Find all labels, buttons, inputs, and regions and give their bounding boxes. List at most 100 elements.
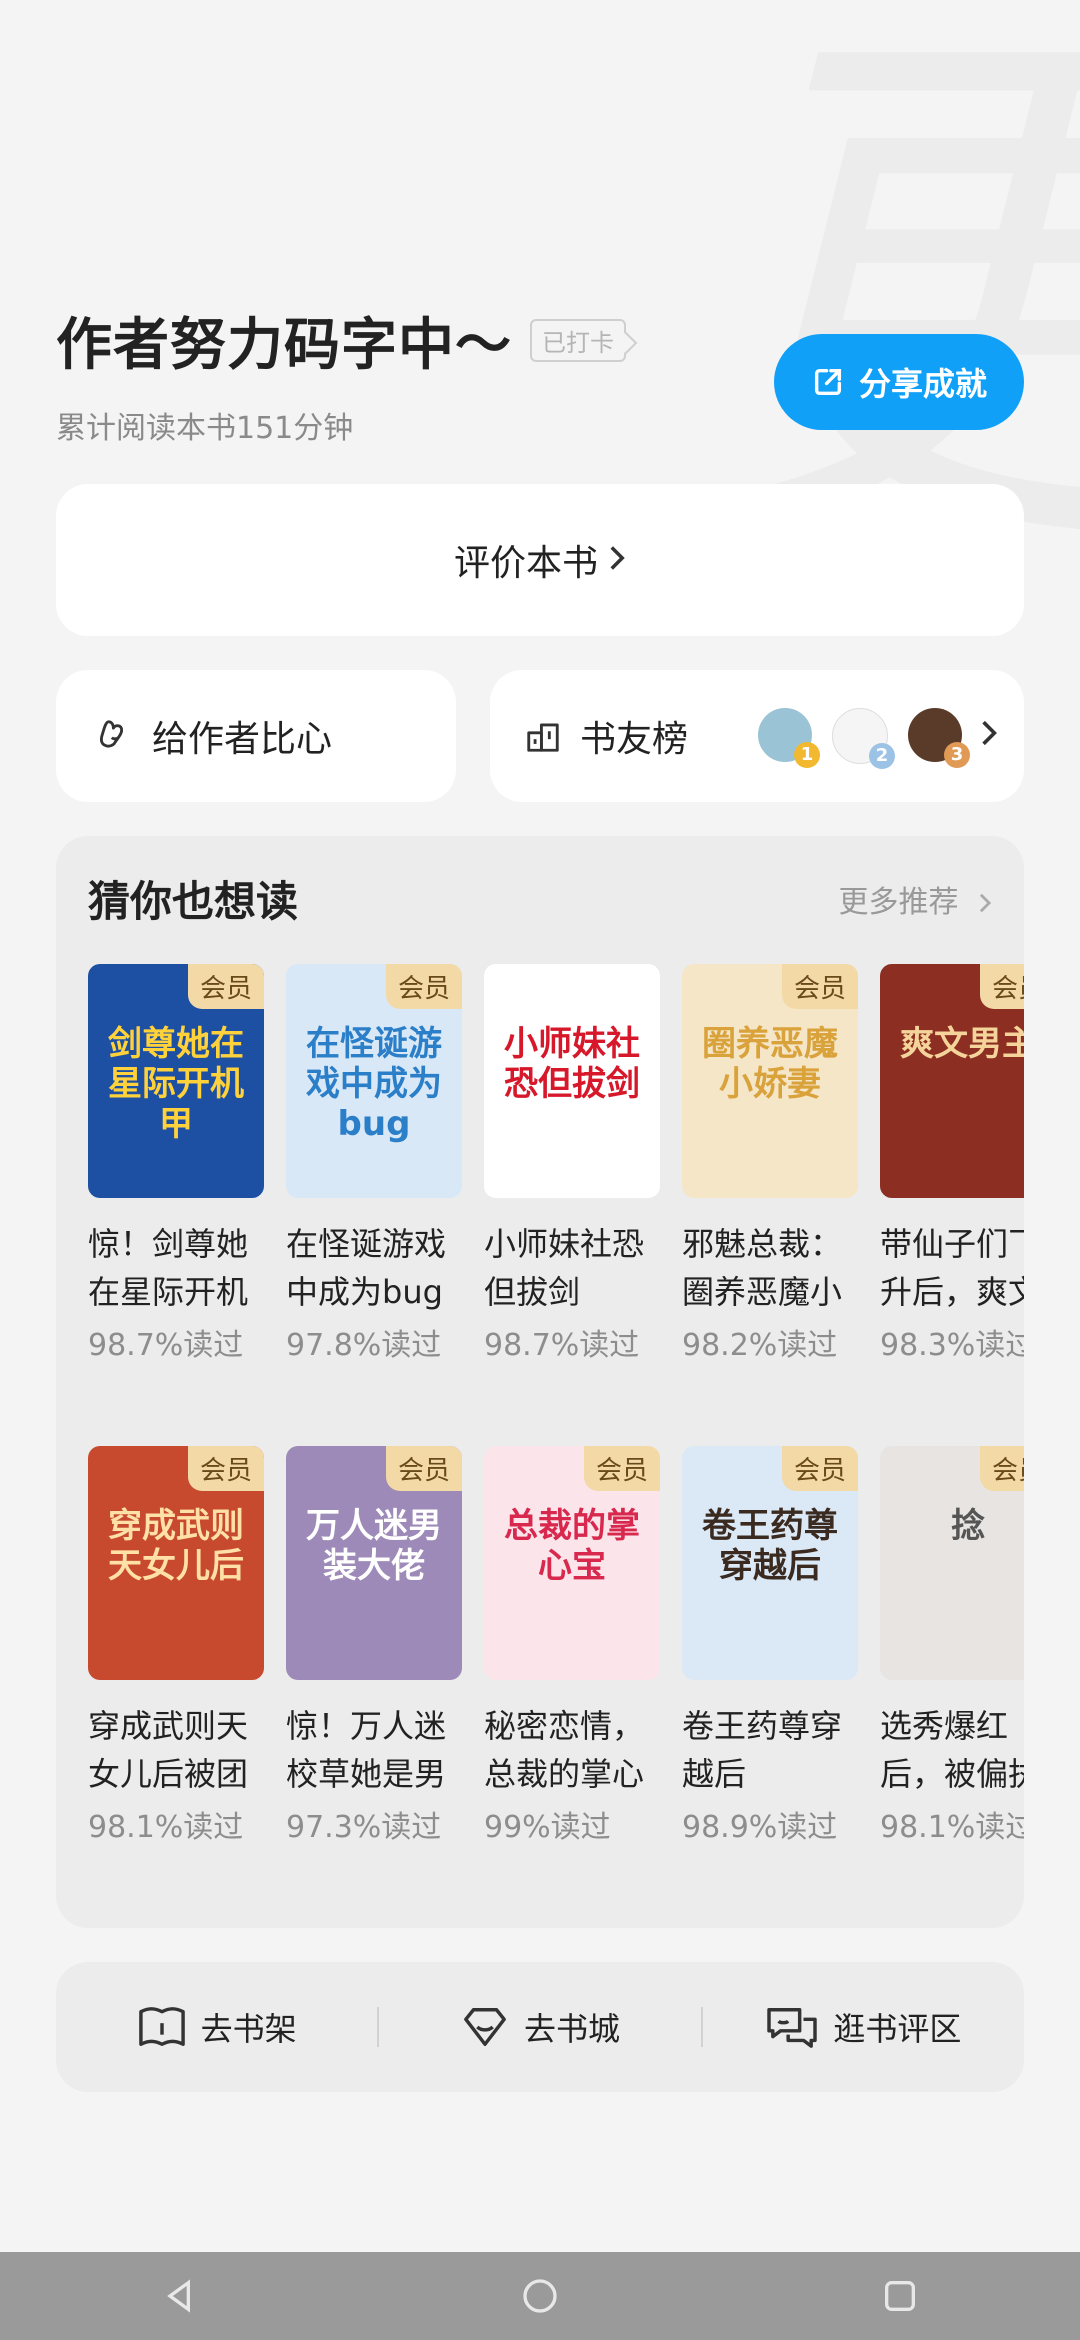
book-review-label: 逛书评区 [833, 2010, 962, 2048]
book-cover: 卷王药尊穿越后 会员 [682, 1446, 858, 1680]
chevron-right-icon [608, 540, 626, 581]
comment-icon [767, 2008, 818, 2048]
book-title-line: 惊！剑尊她 [88, 1225, 249, 1263]
book-title: 穿成武则天女儿后被团 [88, 1702, 264, 1798]
book-item[interactable]: 在怪诞游戏中成为bug 会员 在怪诞游戏 中成为bug 97.8%读过 [286, 964, 462, 1364]
cover-title: 圈养恶魔小娇妻 [702, 1024, 838, 1104]
book-title-line: 总裁的掌心 [484, 1755, 645, 1793]
book-cover: 穿成武则天女儿后 会员 [88, 1446, 264, 1680]
book-title-line: 圈养恶魔小 [682, 1273, 843, 1311]
cover-title: 在怪诞游戏中成为bug [306, 1024, 442, 1144]
book-title-line: 选秀爆红 [880, 1707, 1009, 1745]
book-cover: 小师妹社恐但拔剑 [484, 964, 660, 1198]
cover-title: 捻 [951, 1506, 985, 1546]
more-recommend-link[interactable]: 更多推荐 [838, 877, 992, 921]
book-title-line: 惊！万人迷 [286, 1707, 447, 1745]
back-icon[interactable] [160, 2276, 200, 2316]
heart-hand-icon [99, 720, 124, 748]
book-item[interactable]: 爽文男主 会员带仙子们飞升后，爽文 98.3%读过 [880, 964, 1024, 1364]
book-title: 卷王药尊穿 越后 [682, 1702, 858, 1798]
rate-book-label: 评价本书 [453, 543, 598, 584]
cover-title: 爽文男主 [900, 1024, 1024, 1064]
book-title-line: 女儿后被团 [88, 1755, 249, 1793]
checkin-badge: 已打卡 [530, 319, 626, 362]
reading-time-text: 累计阅读本书151分钟 [56, 411, 354, 446]
recommendation-section: 猜你也想读 更多推荐 剑尊她在星际开机甲 会员 惊！剑尊她 在星际开机 98.7%读过在… [56, 836, 1024, 1928]
book-title-line: 穿成武则天 [88, 1707, 249, 1745]
book-title-line: 校草她是男 [286, 1755, 447, 1793]
read-rate: 98.1%读过 [88, 1810, 244, 1845]
book-item[interactable]: 穿成武则天女儿后 会员穿成武则天女儿后被团 98.1%读过 [88, 1446, 264, 1846]
share-achievement-button[interactable]: 分享成就 [774, 334, 1024, 430]
system-nav-bar [0, 2252, 1080, 2340]
book-grid: 剑尊她在星际开机甲 会员惊！剑尊她在星际开机 98.7%读过 在怪诞游戏中成为bug 会… [88, 964, 1024, 1904]
book-item[interactable]: 卷王药尊穿越后 会员 卷王药尊穿 越后 98.9%读过 [682, 1446, 858, 1846]
vip-badge: 会员 [979, 964, 1024, 1009]
read-rate: 98.7%读过 [88, 1328, 244, 1363]
book-title: 小师妹社恐 但拔剑 [484, 1220, 660, 1316]
book-cover: 万人迷男装大佬 会员 [286, 1446, 462, 1680]
vip-badge: 会员 [781, 1446, 858, 1491]
recommendation-title: 猜你也想读 [88, 877, 299, 926]
book-item[interactable]: 小师妹社恐但拔剑 小师妹社恐 但拔剑 98.7%读过 [484, 964, 660, 1364]
read-rate: 98.3%读过 [880, 1328, 1024, 1363]
book-title: 惊！万人迷校草她是男 [286, 1702, 462, 1798]
book-item[interactable]: 万人迷男装大佬 会员惊！万人迷校草她是男 97.3%读过 [286, 1446, 462, 1846]
book-title: 选秀爆红后，被偏执 [880, 1702, 1024, 1798]
book-item[interactable]: 捻 会员选秀爆红后，被偏执 98.1%读过 [880, 1446, 1024, 1846]
rank-badge: 3 [944, 742, 970, 768]
give-heart-label: 给作者比心 [152, 719, 333, 760]
book-title-line: 在怪诞游戏 [286, 1225, 447, 1263]
cover-title: 小师妹社恐但拔剑 [504, 1024, 640, 1104]
reader-rank-label: 书友榜 [580, 719, 689, 760]
reader-rank-card[interactable]: 书友榜 1 2 3 [490, 670, 1024, 802]
cover-title: 总裁的掌心宝 [504, 1506, 640, 1586]
book-cover: 圈养恶魔小娇妻 会员 [682, 964, 858, 1198]
go-bookstore-label: 去书城 [523, 2010, 620, 2048]
bookshelf-icon [138, 2007, 185, 2046]
avatar: 1 [758, 708, 820, 768]
read-rate: 97.8%读过 [286, 1328, 442, 1363]
bookstore-icon [464, 2008, 506, 2046]
recents-icon[interactable] [880, 2276, 920, 2316]
chevron-right-icon [979, 893, 992, 912]
share-icon [814, 368, 842, 396]
vip-badge: 会员 [583, 1446, 660, 1491]
book-item[interactable]: 剑尊她在星际开机甲 会员惊！剑尊她在星际开机 98.7%读过 [88, 964, 264, 1364]
book-title-line: 带仙子们飞 [880, 1225, 1024, 1263]
book-title: 在怪诞游戏 中成为bug [286, 1220, 462, 1316]
go-bookshelf-button[interactable]: 去书架 [56, 2004, 377, 2050]
book-title-line: 在星际开机 [88, 1273, 249, 1311]
achievement-header: 作者努力码字中～ 已打卡 累计阅读本书151分钟 [56, 300, 626, 447]
read-rate: 98.1%读过 [880, 1810, 1024, 1845]
cover-title: 万人迷男装大佬 [306, 1506, 442, 1586]
book-cover: 爽文男主 会员 [880, 964, 1024, 1198]
book-title: 邪魅总裁： 圈养恶魔小 [682, 1220, 858, 1316]
go-bookstore-button[interactable]: 去书城 [379, 2004, 700, 2050]
book-cover: 总裁的掌心宝 会员 [484, 1446, 660, 1680]
cover-title: 穿成武则天女儿后 [108, 1506, 244, 1586]
book-item[interactable]: 圈养恶魔小娇妻 会员邪魅总裁： 圈养恶魔小 98.2%读过 [682, 964, 858, 1364]
avatar: 3 [908, 708, 970, 768]
book-title-line: 小师妹社恐 [484, 1225, 645, 1263]
rate-book-card[interactable]: 评价本书 [56, 484, 1024, 636]
book-cover: 剑尊她在星际开机甲 会员 [88, 964, 264, 1198]
read-rate: 98.2%读过 [682, 1328, 838, 1363]
book-title-line: 但拔剑 [484, 1273, 581, 1311]
avatar: 2 [832, 708, 895, 769]
rank-badge: 2 [869, 743, 895, 769]
vip-badge: 会员 [781, 964, 858, 1009]
read-rate: 98.9%读过 [682, 1810, 838, 1845]
book-title: 惊！剑尊她在星际开机 [88, 1220, 264, 1316]
book-item[interactable]: 总裁的掌心宝 会员 秘密恋情， 总裁的掌心 99%读过 [484, 1446, 660, 1846]
book-title-line: 越后 [682, 1755, 747, 1793]
book-review-button[interactable]: 逛书评区 [703, 2004, 1024, 2050]
page-title: 作者努力码字中～ [56, 313, 512, 378]
read-rate: 97.3%读过 [286, 1810, 442, 1845]
give-heart-card[interactable]: 给作者比心 [56, 670, 456, 802]
home-icon[interactable] [520, 2276, 560, 2316]
book-title-line: 邪魅总裁： [682, 1225, 843, 1263]
book-title: 带仙子们飞升后，爽文 [880, 1220, 1024, 1316]
vip-badge: 会员 [385, 1446, 462, 1491]
book-title-line: 卷王药尊穿 [682, 1707, 843, 1745]
